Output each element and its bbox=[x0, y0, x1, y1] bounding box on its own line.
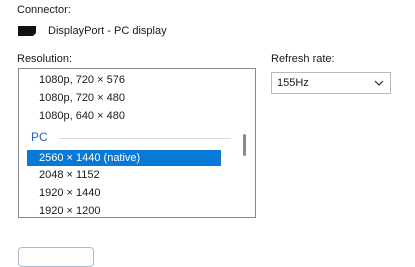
resolution-item[interactable]: 1080p, 720 × 480 bbox=[39, 91, 125, 105]
chevron-down-icon bbox=[374, 80, 384, 86]
resolution-item[interactable]: 1920 × 1440 bbox=[39, 186, 100, 200]
group-divider bbox=[59, 138, 231, 139]
resolution-item[interactable]: 2048 × 1152 bbox=[39, 168, 100, 182]
connector-label: Connector: bbox=[17, 4, 71, 16]
refresh-rate-value: 155Hz bbox=[277, 77, 309, 89]
resolution-item[interactable]: 1920 × 1200 bbox=[39, 204, 100, 217]
resolution-item[interactable]: 1080p, 640 × 480 bbox=[39, 109, 125, 123]
resolution-item-selected[interactable]: 2560 × 1440 (native) bbox=[27, 150, 221, 166]
resolution-list[interactable]: 1080p, 720 × 576 1080p, 720 × 480 1080p,… bbox=[18, 68, 256, 218]
resolution-group-header: PC bbox=[31, 130, 48, 144]
bottom-button[interactable] bbox=[18, 247, 94, 267]
connector-value: DisplayPort - PC display bbox=[48, 25, 167, 37]
list-scrollbar-thumb[interactable] bbox=[243, 134, 246, 156]
refresh-rate-dropdown[interactable]: 155Hz bbox=[271, 72, 391, 94]
resolution-item-selected-label: 2560 × 1440 (native) bbox=[39, 152, 141, 164]
resolution-item[interactable]: 1080p, 720 × 576 bbox=[39, 73, 125, 87]
resolution-label: Resolution: bbox=[17, 53, 73, 65]
displayport-icon bbox=[18, 26, 36, 36]
refresh-rate-label: Refresh rate: bbox=[271, 53, 335, 65]
